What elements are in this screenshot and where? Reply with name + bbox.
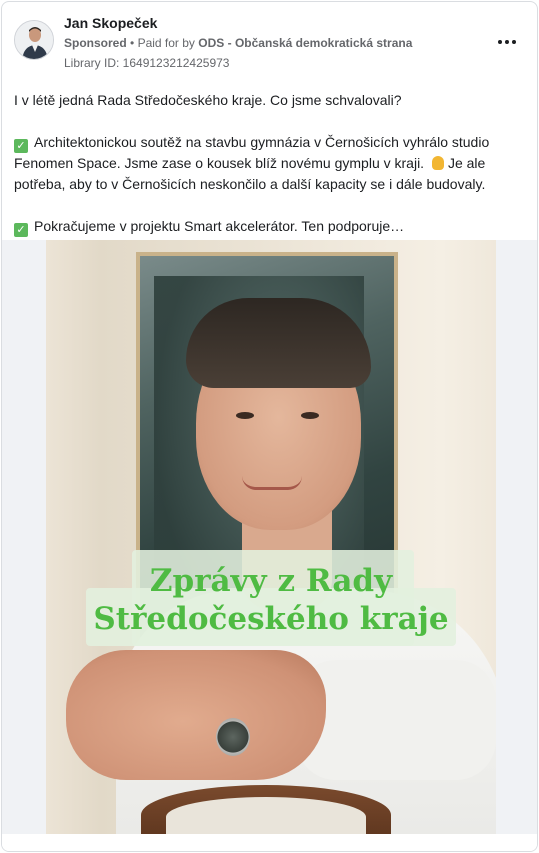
paragraph-2-text: Architektonickou soutěž na stavbu gymnáz…	[14, 134, 490, 171]
overlay-line-2: Středočeského kraje	[93, 601, 449, 637]
post-body: I v létě jedná Rada Středočeského kraje.…	[14, 90, 529, 237]
post-text-paragraph-2: ✓ Architektonickou soutěž na stavbu gymná…	[14, 132, 529, 195]
more-options-icon[interactable]	[495, 32, 519, 52]
paid-for-prefix: Paid for by	[137, 36, 195, 50]
sponsored-label: Sponsored	[64, 36, 127, 50]
ad-media[interactable]: Zprávy z Rady Středočeského kraje	[2, 240, 537, 834]
pinched-fingers-emoji-icon	[431, 156, 444, 170]
post-text-line-1: I v létě jedná Rada Středočeského kraje.…	[14, 92, 402, 108]
library-id: Library ID: 1649123212425973	[64, 56, 230, 70]
paid-for-by-link[interactable]: ODS - Občanská demokratická strana	[198, 36, 412, 50]
author-avatar[interactable]	[14, 20, 54, 60]
ad-card: Jan Skopeček Sponsored • Paid for by ODS…	[1, 1, 538, 852]
check-mark-emoji-icon: ✓	[14, 139, 28, 153]
post-header: Jan Skopeček Sponsored • Paid for by ODS…	[2, 2, 537, 78]
wristwatch	[216, 718, 250, 756]
sponsored-meta: Sponsored • Paid for by ODS - Občanská d…	[64, 36, 412, 50]
card-footer	[2, 834, 537, 851]
avatar-image	[15, 21, 53, 59]
overlay-line-1: Zprávy z Rady	[149, 563, 393, 599]
separator-dot: •	[130, 36, 138, 50]
person-hands	[66, 650, 326, 780]
paragraph-3-text: Pokračujeme v projektu Smart akcelerátor…	[34, 218, 405, 234]
post-text-paragraph-3: ✓ Pokračujeme v projektu Smart akceleráto…	[14, 216, 529, 237]
author-name[interactable]: Jan Skopeček	[64, 15, 157, 31]
ad-photo[interactable]: Zprávy z Rady Středočeského kraje	[46, 240, 496, 834]
check-mark-emoji-icon: ✓	[14, 223, 28, 237]
image-overlay-title: Zprávy z Rady Středočeského kraje	[46, 562, 496, 638]
